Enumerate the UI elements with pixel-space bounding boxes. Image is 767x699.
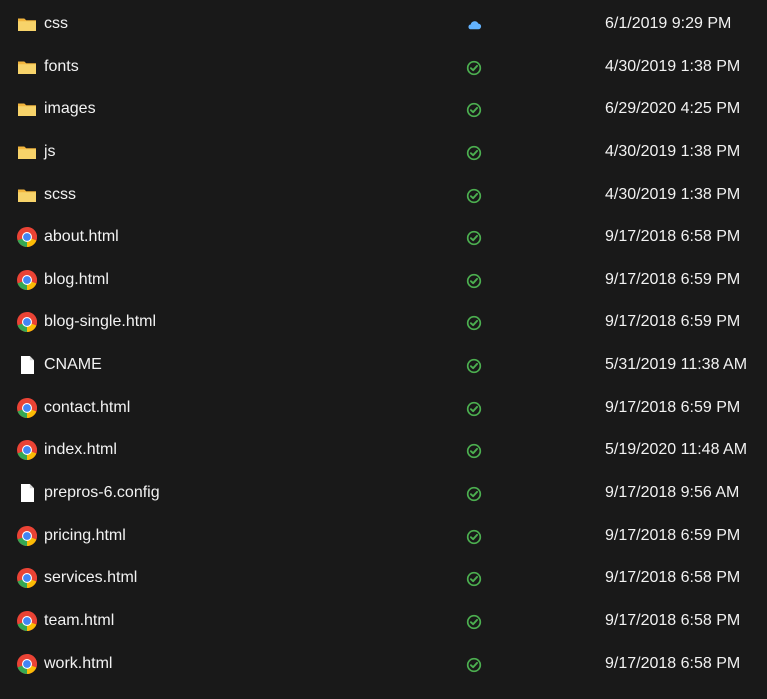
chrome-html-icon	[16, 653, 38, 675]
file-row[interactable]: blog-single.html 9/17/2018 6:59 PM	[0, 301, 767, 344]
chrome-html-icon	[16, 567, 38, 589]
synced-status-icon	[466, 571, 482, 587]
file-row[interactable]: js 4/30/2019 1:38 PM	[0, 131, 767, 174]
cloud-status-icon	[466, 17, 482, 33]
file-name[interactable]: fonts	[44, 58, 79, 76]
date-modified: 9/17/2018 6:58 PM	[605, 654, 741, 672]
file-name[interactable]: CNAME	[44, 356, 102, 374]
file-name[interactable]: contact.html	[44, 399, 130, 417]
date-modified: 9/17/2018 6:58 PM	[605, 611, 741, 629]
file-name[interactable]: blog-single.html	[44, 313, 156, 331]
date-modified: 6/29/2020 4:25 PM	[605, 100, 741, 118]
folder-icon	[16, 13, 38, 35]
file-row[interactable]: pricing.html 9/17/2018 6:59 PM	[0, 515, 767, 558]
date-modified: 5/31/2019 11:38 AM	[605, 356, 748, 374]
date-modified: 9/17/2018 6:58 PM	[605, 569, 741, 587]
date-modified: 9/17/2018 6:59 PM	[605, 526, 741, 544]
file-name[interactable]: js	[44, 143, 56, 161]
date-modified: 9/17/2018 6:59 PM	[605, 398, 741, 416]
file-row[interactable]: contact.html 9/17/2018 6:59 PM	[0, 387, 767, 430]
file-list: css 6/1/2019 9:29 PM fonts 4/30/2019 1:38 P…	[0, 3, 767, 685]
folder-icon	[16, 56, 38, 78]
file-row[interactable]: prepros-6.config 9/17/2018 9:56 AM	[0, 472, 767, 515]
file-row[interactable]: CNAME 5/31/2019 11:38 AM	[0, 344, 767, 387]
synced-status-icon	[466, 486, 482, 502]
file-name[interactable]: css	[44, 15, 68, 33]
document-icon	[16, 354, 38, 376]
file-name[interactable]: blog.html	[44, 271, 109, 289]
synced-status-icon	[466, 401, 482, 417]
chrome-html-icon	[16, 525, 38, 547]
chrome-html-icon	[16, 397, 38, 419]
file-name[interactable]: images	[44, 100, 96, 118]
synced-status-icon	[466, 60, 482, 76]
chrome-html-icon	[16, 610, 38, 632]
synced-status-icon	[466, 273, 482, 289]
synced-status-icon	[466, 188, 482, 204]
synced-status-icon	[466, 102, 482, 118]
folder-icon	[16, 98, 38, 120]
file-name[interactable]: scss	[44, 186, 76, 204]
synced-status-icon	[466, 529, 482, 545]
file-name[interactable]: pricing.html	[44, 527, 126, 545]
file-name[interactable]: index.html	[44, 441, 117, 459]
synced-status-icon	[466, 145, 482, 161]
file-row[interactable]: team.html 9/17/2018 6:58 PM	[0, 600, 767, 643]
document-icon	[16, 482, 38, 504]
folder-icon	[16, 141, 38, 163]
synced-status-icon	[466, 657, 482, 673]
synced-status-icon	[466, 315, 482, 331]
file-name[interactable]: team.html	[44, 612, 114, 630]
chrome-html-icon	[16, 439, 38, 461]
date-modified: 9/17/2018 6:58 PM	[605, 228, 741, 246]
file-row[interactable]: blog.html 9/17/2018 6:59 PM	[0, 259, 767, 302]
synced-status-icon	[466, 358, 482, 374]
date-modified: 9/17/2018 6:59 PM	[605, 313, 741, 331]
folder-icon	[16, 184, 38, 206]
chrome-html-icon	[16, 226, 38, 248]
date-modified: 4/30/2019 1:38 PM	[605, 142, 741, 160]
file-name[interactable]: prepros-6.config	[44, 484, 160, 502]
date-modified: 4/30/2019 1:38 PM	[605, 57, 741, 75]
chrome-html-icon	[16, 269, 38, 291]
file-row[interactable]: work.html 9/17/2018 6:58 PM	[0, 643, 767, 686]
file-explorer-window: css 6/1/2019 9:29 PM fonts 4/30/2019 1:38 P…	[0, 0, 767, 699]
chrome-html-icon	[16, 311, 38, 333]
date-modified: 6/1/2019 9:29 PM	[605, 15, 732, 32]
file-row[interactable]: css 6/1/2019 9:29 PM	[0, 3, 767, 46]
date-modified: 9/17/2018 6:59 PM	[605, 270, 741, 288]
file-row[interactable]: about.html 9/17/2018 6:58 PM	[0, 216, 767, 259]
file-name[interactable]: services.html	[44, 569, 137, 587]
date-modified: 4/30/2019 1:38 PM	[605, 185, 741, 203]
synced-status-icon	[466, 230, 482, 246]
synced-status-icon	[466, 443, 482, 459]
date-modified: 5/19/2020 11:48 AM	[605, 441, 748, 459]
date-modified: 9/17/2018 9:56 AM	[605, 484, 740, 502]
file-row[interactable]: images 6/29/2020 4:25 PM	[0, 88, 767, 131]
file-row[interactable]: index.html 5/19/2020 11:48 AM	[0, 429, 767, 472]
synced-status-icon	[466, 614, 482, 630]
file-name[interactable]: about.html	[44, 228, 119, 246]
file-row[interactable]: services.html 9/17/2018 6:58 PM	[0, 557, 767, 600]
file-row[interactable]: scss 4/30/2019 1:38 PM	[0, 174, 767, 217]
file-name[interactable]: work.html	[44, 655, 112, 673]
file-row[interactable]: fonts 4/30/2019 1:38 PM	[0, 46, 767, 89]
